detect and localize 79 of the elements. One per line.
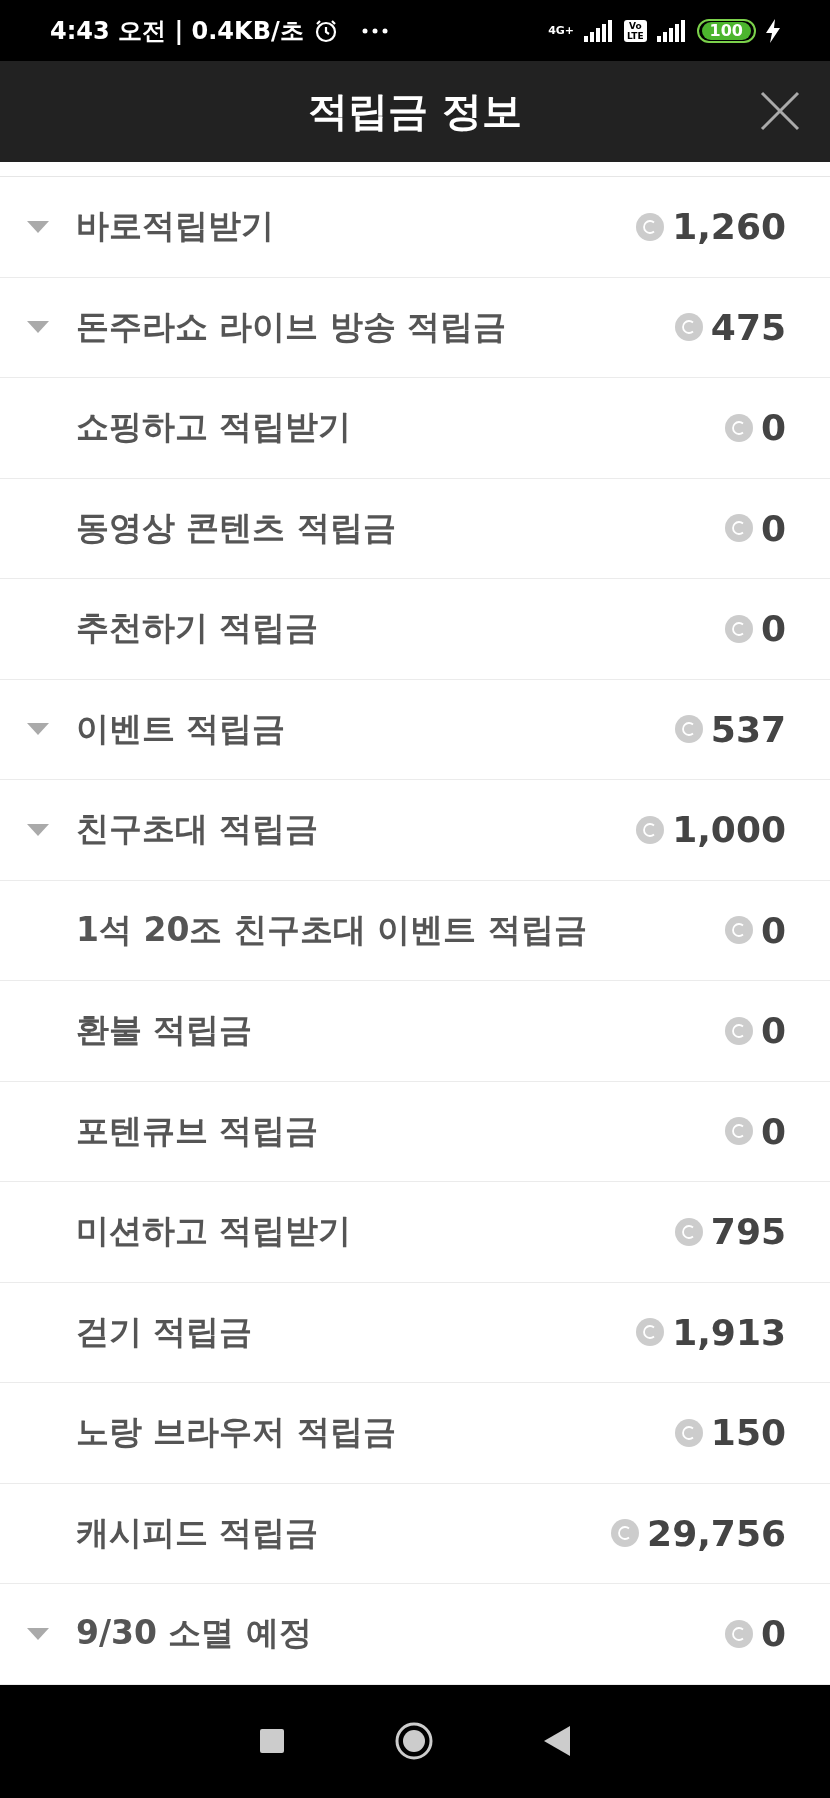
coin-icon — [724, 614, 753, 643]
list-row[interactable]: 걷기 적립금 1,913 — [0, 1282, 830, 1383]
caret-icon[interactable] — [27, 823, 49, 836]
caret-icon[interactable] — [27, 1627, 49, 1640]
coin-icon — [724, 514, 753, 543]
page-title: 적립금 정보 — [308, 87, 522, 136]
list-row[interactable]: 환불 적립금 0 — [0, 981, 830, 1082]
caret-icon[interactable] — [27, 321, 49, 334]
row-amount: 0 — [760, 1010, 786, 1052]
close-icon[interactable] — [760, 91, 800, 131]
row-amount: 0 — [760, 1110, 786, 1152]
coin-icon — [724, 1117, 753, 1146]
battery-icon: 100 — [696, 18, 756, 43]
coin-icon — [724, 1619, 753, 1648]
row-amount: 150 — [710, 1412, 786, 1454]
row-amount: 0 — [760, 507, 786, 549]
list-row[interactable]: 동영상 콘텐츠 적립금 0 — [0, 478, 830, 579]
row-label: 노랑 브라우저 적립금 — [76, 1411, 397, 1454]
row-amount: 0 — [760, 1613, 786, 1655]
row-label: 바로적립받기 — [76, 205, 275, 248]
coin-icon — [611, 1519, 640, 1548]
row-label: 미션하고 적립받기 — [76, 1210, 353, 1253]
row-label: 이벤트 적립금 — [76, 707, 287, 750]
list-row[interactable]: 돈주라쇼 라이브 방송 적립금 475 — [0, 277, 830, 378]
network-label: 4G+ — [548, 25, 575, 36]
list-row[interactable]: 추천하기 적립금 0 — [0, 579, 830, 680]
coin-icon — [674, 313, 703, 342]
row-label: 동영상 콘텐츠 적립금 — [76, 506, 397, 549]
more-icon — [361, 27, 388, 34]
row-amount: 1,260 — [672, 206, 786, 248]
alarm-icon — [313, 18, 338, 43]
coin-icon — [636, 212, 665, 241]
row-label: 추천하기 적립금 — [76, 607, 320, 650]
row-label: 1석 20조 친구초대 이벤트 적립금 — [76, 908, 588, 951]
coin-icon — [636, 815, 665, 844]
caret-icon[interactable] — [27, 723, 49, 736]
coin-icon — [724, 413, 753, 442]
volte-icon: Vo LTE — [624, 19, 647, 42]
signal-icon — [656, 19, 687, 42]
row-amount: 795 — [710, 1211, 786, 1253]
caret-icon[interactable] — [27, 220, 49, 233]
row-label: 쇼핑하고 적립받기 — [76, 406, 353, 449]
list-row[interactable]: 쇼핑하고 적립받기 0 — [0, 378, 830, 479]
coin-icon — [674, 1217, 703, 1246]
row-label: 캐시피드 적립금 — [76, 1511, 320, 1554]
row-label: 환불 적립금 — [76, 1009, 254, 1052]
coin-icon — [636, 1318, 665, 1347]
coin-icon — [674, 715, 703, 744]
row-amount: 537 — [710, 708, 786, 750]
list-row[interactable]: 9/30 소멸 예정 0 — [0, 1584, 830, 1685]
row-label: 돈주라쇼 라이브 방송 적립금 — [76, 305, 508, 348]
charging-icon — [766, 18, 780, 43]
list-row[interactable]: 포텐큐브 적립금 0 — [0, 1081, 830, 1182]
signal-icon — [584, 19, 615, 42]
list-row[interactable]: 이벤트 적립금 537 — [0, 679, 830, 780]
back-icon[interactable] — [544, 1726, 570, 1757]
coin-icon — [724, 916, 753, 945]
list-row[interactable]: 노랑 브라우저 적립금 150 — [0, 1383, 830, 1484]
list-row[interactable]: 미션하고 적립받기 795 — [0, 1182, 830, 1283]
list-row[interactable]: 1석 20조 친구초대 이벤트 적립금 0 — [0, 880, 830, 981]
row-label: 포텐큐브 적립금 — [76, 1109, 320, 1152]
row-amount: 0 — [760, 608, 786, 650]
list-row[interactable]: 캐시피드 적립금 29,756 — [0, 1483, 830, 1584]
home-icon[interactable] — [394, 1721, 434, 1762]
coin-icon — [674, 1418, 703, 1447]
status-time: 4:43 오전 | 0.4KB/초 — [50, 15, 304, 47]
row-amount: 1,000 — [672, 809, 786, 851]
row-amount: 0 — [760, 909, 786, 951]
row-label: 친구초대 적립금 — [76, 808, 320, 851]
list-row[interactable]: 친구초대 적립금 1,000 — [0, 780, 830, 881]
row-label: 9/30 소멸 예정 — [76, 1612, 313, 1655]
row-amount: 29,756 — [647, 1512, 786, 1554]
row-amount: 475 — [710, 306, 786, 348]
row-amount: 0 — [760, 407, 786, 449]
row-label: 걷기 적립금 — [76, 1310, 254, 1353]
list-row[interactable]: 바로적립받기 1,260 — [0, 177, 830, 278]
coin-icon — [724, 1016, 753, 1045]
row-amount: 1,913 — [672, 1311, 786, 1353]
recents-icon[interactable] — [260, 1729, 284, 1754]
